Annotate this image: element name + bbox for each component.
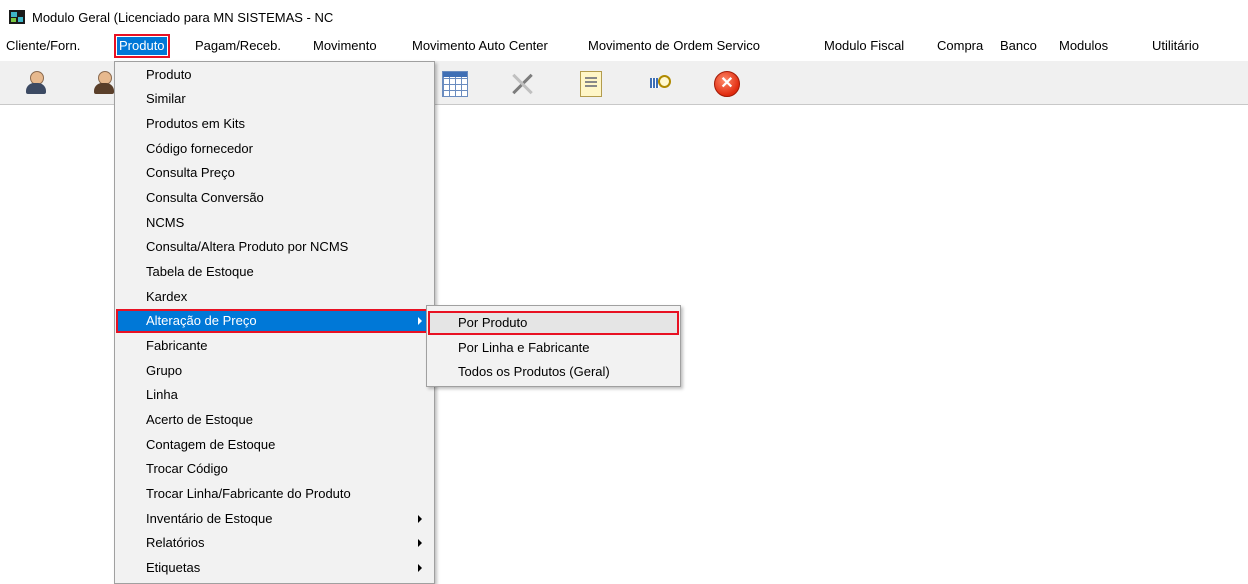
window-title: Modulo Geral (Licenciado para MN SISTEMA…: [32, 10, 334, 25]
menu-item-label: Etiquetas: [146, 560, 201, 575]
close-icon[interactable]: ✕: [714, 71, 740, 97]
submenu-arrow-icon: [418, 564, 422, 572]
menu-utilitario[interactable]: Utilitário: [1150, 37, 1201, 55]
menu-item-label: Alteração de Preço: [146, 313, 257, 328]
menu-item-linha[interactable]: Linha: [117, 384, 432, 406]
menu-item-produto[interactable]: Produto: [117, 64, 432, 86]
submenu-item-todos-produtos[interactable]: Todos os Produtos (Geral): [429, 361, 678, 383]
tools-icon[interactable]: [510, 71, 534, 95]
menu-item-relatorios[interactable]: Relatórios: [117, 532, 432, 554]
menu-item-grupo[interactable]: Grupo: [117, 360, 432, 382]
customer-icon[interactable]: [24, 71, 48, 95]
menu-produto[interactable]: Produto: [114, 34, 170, 58]
menu-item-etiquetas[interactable]: Etiquetas: [117, 557, 432, 579]
menu-banco[interactable]: Banco: [998, 37, 1039, 55]
menu-item-codigo-fornecedor[interactable]: Código fornecedor: [117, 138, 432, 160]
menu-modulo-fiscal[interactable]: Modulo Fiscal: [822, 37, 906, 55]
menu-movimento-ordem-servico[interactable]: Movimento de Ordem Servico: [586, 37, 762, 55]
menu-item-inventario-estoque[interactable]: Inventário de Estoque: [117, 508, 432, 530]
menu-item-acerto-estoque[interactable]: Acerto de Estoque: [117, 409, 432, 431]
submenu-arrow-icon: [418, 515, 422, 523]
grid-icon[interactable]: [442, 71, 468, 97]
app-icon: [9, 10, 25, 24]
title-bar: Modulo Geral (Licenciado para MN SISTEMA…: [0, 0, 1248, 34]
menu-item-alteracao-preco[interactable]: Alteração de Preço: [116, 309, 433, 333]
submenu-arrow-icon: [418, 539, 422, 547]
menu-item-fabricante[interactable]: Fabricante: [117, 335, 432, 357]
menu-item-trocar-linha-fabricante[interactable]: Trocar Linha/Fabricante do Produto: [117, 483, 432, 505]
menu-item-similar[interactable]: Similar: [117, 88, 432, 110]
produto-menu: Produto Similar Produtos em Kits Código …: [114, 61, 435, 584]
submenu-arrow-icon: [418, 317, 422, 325]
menu-pagam-receb[interactable]: Pagam/Receb.: [193, 37, 283, 55]
menu-movimento[interactable]: Movimento: [311, 37, 379, 55]
menu-bar: Cliente/Forn. Produto Pagam/Receb. Movim…: [0, 34, 1248, 58]
submenu-item-por-produto[interactable]: Por Produto: [428, 311, 679, 335]
submenu-item-por-linha-fabricante[interactable]: Por Linha e Fabricante: [429, 337, 678, 359]
menu-item-label: Relatórios: [146, 535, 205, 550]
menu-item-produtos-em-kits[interactable]: Produtos em Kits: [117, 113, 432, 135]
menu-item-trocar-codigo[interactable]: Trocar Código: [117, 458, 432, 480]
search-report-icon[interactable]: [648, 71, 672, 95]
document-icon[interactable]: [580, 71, 602, 97]
menu-item-label: Inventário de Estoque: [146, 511, 273, 526]
menu-item-tabela-estoque[interactable]: Tabela de Estoque: [117, 261, 432, 283]
menu-modulos[interactable]: Modulos: [1057, 37, 1110, 55]
supplier-icon[interactable]: [92, 71, 116, 95]
menu-item-consulta-altera-ncms[interactable]: Consulta/Altera Produto por NCMS: [117, 236, 432, 258]
menu-item-consulta-preco[interactable]: Consulta Preço: [117, 162, 432, 184]
menu-cliente-forn[interactable]: Cliente/Forn.: [4, 37, 82, 55]
menu-item-kardex[interactable]: Kardex: [117, 286, 432, 308]
alteracao-preco-submenu: Por Produto Por Linha e Fabricante Todos…: [426, 305, 681, 387]
menu-compra[interactable]: Compra: [935, 37, 985, 55]
menu-item-ncms[interactable]: NCMS: [117, 212, 432, 234]
menu-item-consulta-conversao[interactable]: Consulta Conversão: [117, 187, 432, 209]
menu-movimento-auto-center[interactable]: Movimento Auto Center: [410, 37, 550, 55]
menu-item-contagem-estoque[interactable]: Contagem de Estoque: [117, 434, 432, 456]
